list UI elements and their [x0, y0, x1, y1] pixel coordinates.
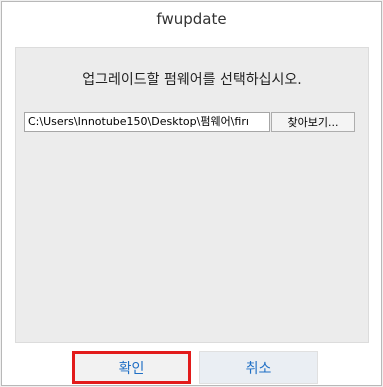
cancel-button[interactable]: 취소 — [199, 351, 318, 384]
window-title: fwupdate — [156, 10, 227, 28]
file-path-input[interactable]: C:\Users\Innotube150\Desktop\펌웨어\firı — [24, 112, 270, 132]
title-bar: fwupdate — [2, 2, 381, 36]
prompt-text: 업그레이드할 펌웨어를 선택하십시오. — [82, 72, 302, 88]
ok-button[interactable]: 확인 — [72, 351, 191, 384]
dialog-window: fwupdate 업그레이드할 펌웨어를 선택하십시오. C:\Users\In… — [1, 1, 382, 386]
file-path-row: C:\Users\Innotube150\Desktop\펌웨어\firı 찾아… — [24, 112, 355, 132]
cancel-button-label: 취소 — [245, 360, 272, 377]
content-panel: 업그레이드할 펌웨어를 선택하십시오. C:\Users\Innotube150… — [15, 47, 369, 343]
browse-button[interactable]: 찾아보기... — [271, 112, 355, 132]
ok-button-label: 확인 — [118, 360, 145, 377]
